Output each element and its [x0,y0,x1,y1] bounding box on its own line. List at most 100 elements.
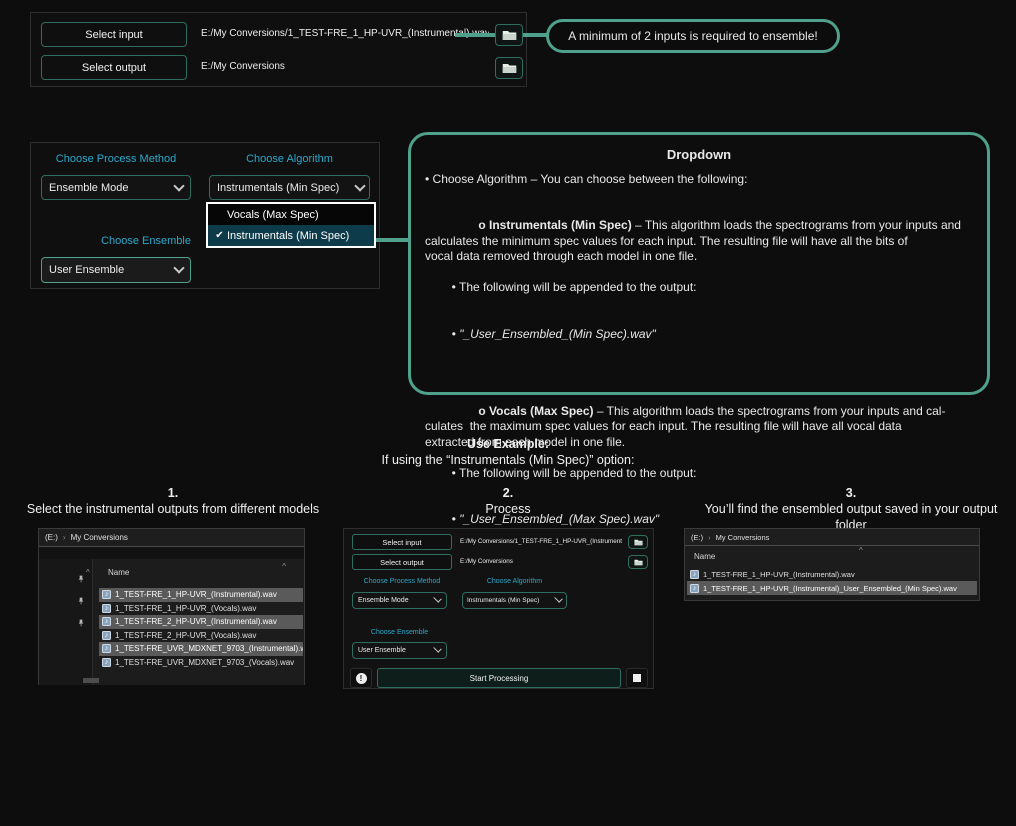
file-pane: Name ^ 1_TEST-FRE_1_HP-UVR_(Instrumental… [94,559,304,685]
min-spec-output-suffix: • "_User_Ensembled_(Min Spec).wav" [425,327,979,343]
start-processing-button[interactable]: Start Processing [377,668,621,688]
file-name: 1_TEST-FRE_1_HP-UVR_(Instrumental).wav [703,570,855,579]
breadcrumb-chevron-icon: › [63,533,66,542]
process-method-dropdown[interactable]: Ensemble Mode [41,175,191,200]
check-icon: ✔ [212,230,227,241]
audio-file-icon [102,590,111,599]
ensemble-value: User Ensemble [358,647,406,654]
ensemble-value: User Ensemble [49,264,124,276]
audio-file-icon [690,584,699,593]
process-method-label: Choose Process Method [352,578,452,585]
chevron-down-icon [554,594,562,602]
chevron-down-icon [354,180,365,191]
uvr-ensemble-guide: Select input E:/My Conversions/1_TEST-FR… [0,0,1016,826]
select-output-button[interactable]: Select output [41,55,187,80]
nav-pane: ^ [39,559,93,685]
info-section-min-spec: o Instrumentals (Min Spec) – This algori… [425,203,979,374]
output-path-field[interactable]: E:/My Conversions [201,61,489,72]
file-row[interactable]: 1_TEST-FRE_2_HP-UVR_(Instrumental).wav [99,615,303,629]
algorithm-label: Choose Algorithm [462,578,567,585]
stop-icon [633,674,641,682]
file-row[interactable]: 1_TEST-FRE_1_HP-UVR_(Instrumental)_User_… [687,581,977,595]
browse-input-button[interactable] [628,535,648,549]
algorithm-dropdown[interactable]: Instrumentals (Min Spec) [209,175,370,200]
toolbar-strip [39,547,304,559]
file-list: 1_TEST-FRE_1_HP-UVR_(Instrumental).wav 1… [687,567,977,595]
algorithm-label: Choose Algorithm [209,153,370,165]
dropdown-option[interactable]: ✔ Instrumentals (Min Spec) [208,225,374,246]
file-list: 1_TEST-FRE_1_HP-UVR_(Instrumental).wav 1… [99,588,303,669]
audio-file-icon [102,644,111,653]
file-row[interactable]: 1_TEST-FRE_1_HP-UVR_(Instrumental).wav [687,567,977,581]
file-row[interactable]: 1_TEST-FRE_UVR_MDXNET_9703_(Vocals).wav [99,656,303,670]
file-row[interactable]: 1_TEST-FRE_1_HP-UVR_(Instrumental).wav [99,588,303,602]
file-row[interactable]: 1_TEST-FRE_1_HP-UVR_(Vocals).wav [99,602,303,616]
browse-output-button[interactable] [628,555,648,569]
callout-text: A minimum of 2 inputs is required to ens… [568,29,817,43]
options-panel: Choose Process Method Choose Algorithm E… [30,142,380,289]
algorithm-value: Instrumentals (Min Spec) [217,182,339,194]
min-spec-bullet: • The following will be appended to the … [425,280,979,296]
info-button[interactable]: ! [350,668,372,688]
process-method-label: Choose Process Method [41,153,191,165]
file-name: 1_TEST-FRE_2_HP-UVR_(Vocals).wav [115,631,256,640]
file-row[interactable]: 1_TEST-FRE_UVR_MDXNET_9703_(Instrumental… [99,642,303,656]
scrollbar-handle[interactable] [83,678,99,683]
file-name: 1_TEST-FRE_UVR_MDXNET_9703_(Instrumental… [115,644,303,653]
algorithm-dropdown[interactable]: Instrumentals (Min Spec) [462,592,567,609]
step-1-header: 1. Select the instrumental outputs from … [8,485,338,517]
file-name: 1_TEST-FRE_2_HP-UVR_(Instrumental).wav [115,617,277,626]
max-spec-output-suffix: • "_User_Ensembled_(Max Spec).wav" [425,512,979,528]
chevron-down-icon [433,594,441,602]
io-panel: Select input E:/My Conversions/1_TEST-FR… [30,12,527,87]
browse-input-button[interactable] [495,24,523,46]
chevron-down-icon [173,262,184,273]
ensemble-label: Choose Ensemble [352,629,447,636]
name-column-header[interactable]: Name [108,568,129,577]
info-box-intro: • Choose Algorithm – You can choose betw… [425,172,979,188]
process-method-dropdown[interactable]: Ensemble Mode [352,592,447,609]
audio-file-icon [102,658,111,667]
max-spec-bullet: • The following will be appended to the … [425,466,979,482]
process-method-value: Ensemble Mode [49,182,129,194]
info-icon: ! [356,673,367,684]
stop-button[interactable] [626,668,648,688]
output-path-field[interactable]: E:/My Conversions [460,558,622,565]
pin-icon [77,570,85,578]
input-path-field[interactable]: E:/My Conversions/1_TEST-FRE_1_HP-UVR_(I… [201,28,489,39]
info-box-title: Dropdown [411,147,987,162]
dropdown-option[interactable]: Vocals (Max Spec) [208,204,374,225]
explorer-step1: (E:) › My Conversions ^ Name ^ [38,528,305,685]
max-spec-heading: o Vocals (Max Spec) [478,404,593,418]
min-spec-heading: o Instrumentals (Min Spec) [478,218,631,232]
algorithm-value: Instrumentals (Min Spec) [467,597,539,604]
file-name: 1_TEST-FRE_1_HP-UVR_(Vocals).wav [115,604,256,613]
file-name: 1_TEST-FRE_1_HP-UVR_(Instrumental).wav [115,590,277,599]
ensemble-dropdown[interactable]: User Ensemble [41,257,191,283]
sort-ascending-icon[interactable]: ^ [86,568,90,577]
folder-icon [634,539,643,546]
option-label: Vocals (Max Spec) [227,209,319,221]
browse-output-button[interactable] [495,57,523,79]
folder-icon [634,559,643,566]
breadcrumb[interactable]: (E:) › My Conversions [39,529,304,547]
breadcrumb-drive[interactable]: (E:) [45,533,58,542]
algorithm-dropdown-list: Vocals (Max Spec) ✔ Instrumentals (Min S… [206,202,376,248]
file-row[interactable]: 1_TEST-FRE_2_HP-UVR_(Vocals).wav [99,629,303,643]
option-label: Instrumentals (Min Spec) [227,230,349,242]
folder-icon [502,30,517,41]
folder-icon [502,63,517,74]
audio-file-icon [690,570,699,579]
chevron-down-icon [433,644,441,652]
sort-ascending-icon[interactable]: ^ [282,562,286,571]
select-input-button[interactable]: Select input [41,22,187,47]
ensemble-dropdown[interactable]: User Ensemble [352,642,447,659]
audio-file-icon [102,604,111,613]
pin-icon [77,614,85,622]
dropdown-info-box: Dropdown • Choose Algorithm – You can ch… [408,132,990,395]
explorer-body: ^ Name ^ 1_TEST-FRE_1_HP-UVR_(Instrument… [39,559,304,685]
pin-icon [77,592,85,600]
audio-file-icon [102,617,111,626]
ensemble-requirement-callout: A minimum of 2 inputs is required to ens… [546,19,840,53]
breadcrumb-folder[interactable]: My Conversions [71,533,128,542]
